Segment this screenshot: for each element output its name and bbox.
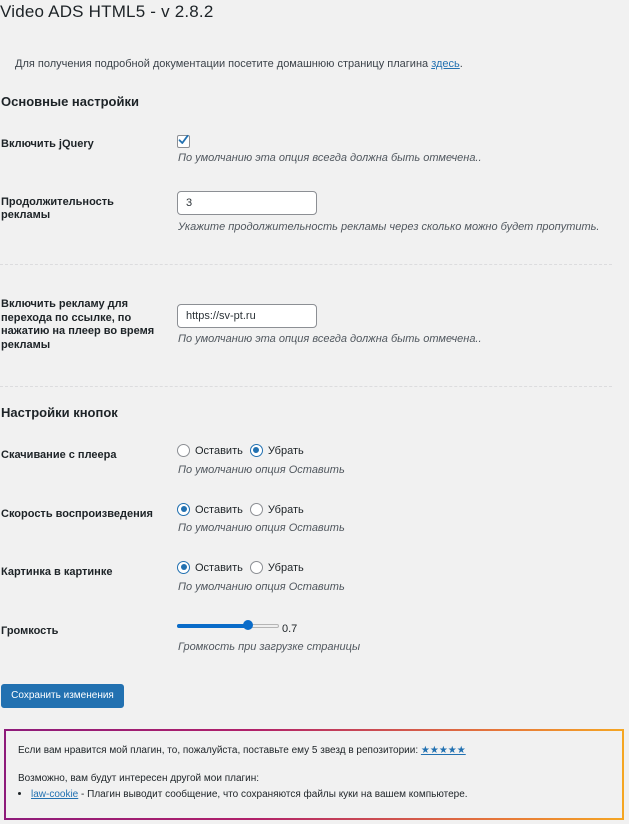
section-title-buttons: Настройки кнопок [1, 405, 118, 420]
law-cookie-link[interactable]: law-cookie [31, 789, 78, 800]
speed-radio-group: Оставить Убрать [177, 502, 308, 517]
speed-radio-keep[interactable] [177, 502, 190, 516]
ad-duration-label: Продолжительность рекламы [1, 196, 114, 221]
download-label: Скачивание с плеера [1, 449, 117, 461]
ad-duration-description: Укажите продолжительность рекламы через … [178, 221, 600, 233]
pip-radio-keep[interactable] [177, 560, 190, 574]
speed-option-keep-label: Оставить [195, 504, 243, 517]
intro-text: Для получения подробной документации пос… [15, 57, 463, 71]
download-radio-group: Оставить Убрать [177, 443, 308, 458]
promo-plugin-desc: - Плагин выводит сообщение, что сохраняю… [78, 789, 468, 800]
pip-radio-remove[interactable] [249, 560, 263, 574]
intro-text-body: Для получения подробной документации пос… [15, 58, 432, 70]
volume-value: 0.7 [282, 623, 298, 635]
promo-plugin-item: law-cookie - Плагин выводит сообщение, ч… [18, 789, 468, 801]
volume-slider-fill [177, 624, 248, 628]
promo-other-text: Возможно, вам будут интересен другой мои… [18, 773, 260, 784]
pip-radio-group: Оставить Убрать [177, 560, 308, 575]
ad-duration-input[interactable] [177, 191, 317, 215]
ad-link-label: Включить рекламу для перехода по ссылке,… [1, 298, 155, 351]
pip-description: По умолчанию опция Оставить [178, 581, 345, 593]
download-option-keep-label: Оставить [195, 445, 243, 458]
save-button[interactable]: Сохранить изменения [1, 684, 124, 708]
download-option-remove-label: Убрать [267, 445, 304, 458]
ad-link-description: По умолчанию эта опция всегда должна быт… [178, 333, 482, 345]
intro-text-end: . [459, 58, 463, 70]
speed-description: По умолчанию опция Оставить [178, 522, 345, 534]
docs-link[interactable]: здесь [431, 58, 460, 70]
jquery-checkbox[interactable] [177, 134, 190, 148]
speed-label: Скорость воспроизведения [1, 508, 153, 520]
speed-option-remove-label: Убрать [267, 504, 304, 517]
volume-label: Громкость [1, 625, 59, 637]
volume-slider[interactable] [177, 620, 279, 631]
promo-box: Если вам нравится мой плагин, то, пожалу… [4, 729, 624, 820]
divider [0, 264, 612, 265]
divider [0, 386, 612, 387]
pip-label: Картинка в картинке [1, 566, 113, 578]
bullet-icon [18, 791, 21, 795]
section-title-main: Основные настройки [1, 94, 139, 109]
promo-rate-body: Если вам нравится мой плагин, то, пожалу… [18, 745, 421, 756]
checkmark-icon [178, 134, 189, 144]
pip-option-remove-label: Убрать [267, 562, 304, 575]
rate-stars-link[interactable]: ★★★★★ [421, 745, 466, 756]
page-title: Video ADS HTML5 - v 2.8.2 [0, 2, 214, 21]
promo-rate-text: Если вам нравится мой плагин, то, пожалу… [18, 745, 466, 757]
jquery-label: Включить jQuery [1, 138, 94, 150]
pip-option-keep-label: Оставить [195, 562, 243, 575]
download-radio-remove[interactable] [249, 443, 263, 457]
jquery-description: По умолчанию эта опция всегда должна быт… [178, 152, 482, 164]
ad-link-input[interactable] [177, 304, 317, 328]
volume-description: Громкость при загрузке страницы [178, 641, 361, 653]
download-radio-keep[interactable] [177, 443, 190, 457]
volume-slider-thumb[interactable] [243, 620, 253, 630]
download-description: По умолчанию опция Оставить [178, 464, 345, 476]
speed-radio-remove[interactable] [249, 502, 263, 516]
